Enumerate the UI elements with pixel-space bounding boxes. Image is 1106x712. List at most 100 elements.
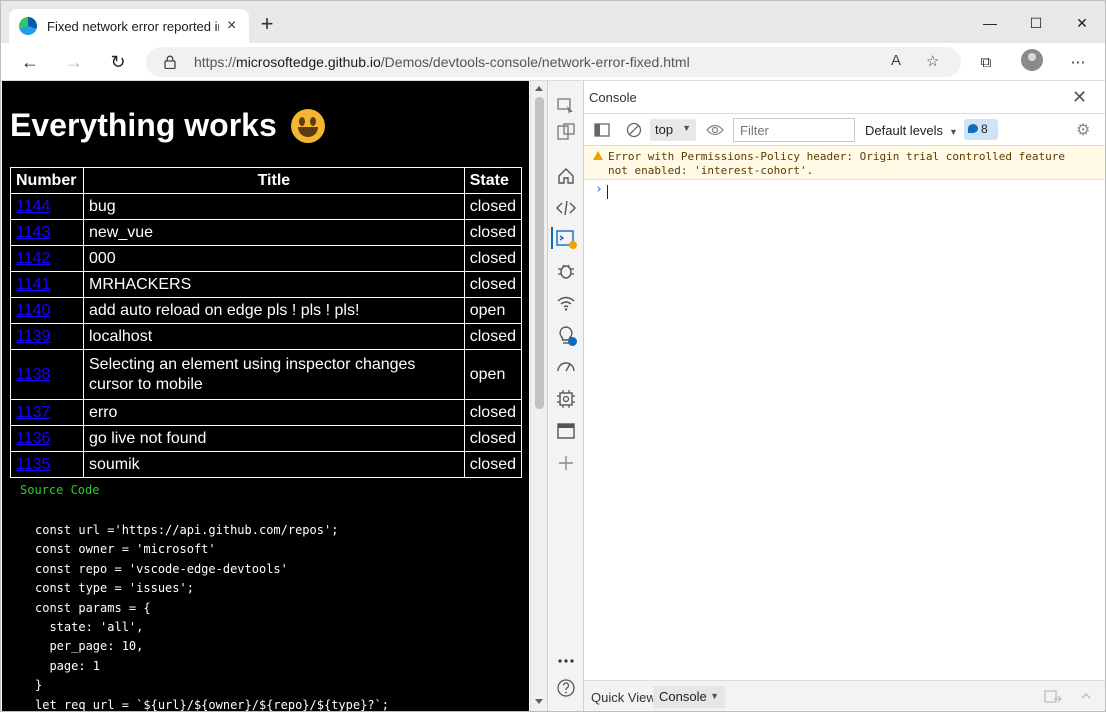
browser-window: Fixed network error reported in C × + — … xyxy=(0,0,1106,712)
minimize-button[interactable]: — xyxy=(967,9,1013,37)
issue-title: add auto reload on edge pls ! pls ! pls! xyxy=(83,297,465,324)
collections-icon[interactable]: ⧉ xyxy=(975,51,997,73)
gear-icon[interactable]: ⚙ xyxy=(1076,120,1090,140)
more-options-icon[interactable] xyxy=(555,650,577,672)
source-code-label: Source Code xyxy=(20,483,100,497)
more-tools-plus-icon[interactable] xyxy=(555,452,577,474)
log-levels-dropdown[interactable]: Default levels ▼ xyxy=(865,123,958,138)
help-icon[interactable] xyxy=(555,677,577,699)
table-row: 1138 Selecting an element using inspector… xyxy=(10,349,523,400)
issue-title: Selecting an element using inspector cha… xyxy=(83,349,465,400)
heading-text: Everything works xyxy=(10,107,277,143)
issue-title: go live not found xyxy=(83,425,465,452)
scroll-thumb[interactable] xyxy=(535,97,544,409)
forward-button[interactable]: → xyxy=(60,49,88,75)
issue-link[interactable]: 1135 xyxy=(16,456,50,473)
header-state: State xyxy=(463,167,523,194)
header-number: Number xyxy=(10,167,84,194)
issues-count: 8 xyxy=(981,122,988,136)
address-bar[interactable]: https://microsoftedge.github.io/Demos/de… xyxy=(146,47,961,77)
issues-count-button[interactable]: 8 xyxy=(964,119,998,140)
dock-panel-icon[interactable] xyxy=(1044,690,1062,704)
issue-link[interactable]: 1144 xyxy=(16,198,50,215)
issue-link[interactable]: 1136 xyxy=(16,430,50,447)
scroll-up-arrow-icon[interactable] xyxy=(535,86,543,91)
issue-title: localhost xyxy=(83,323,465,350)
console-warning-message[interactable]: Error with Permissions-Policy header: Or… xyxy=(584,146,1105,180)
performance-gauge-icon[interactable] xyxy=(555,356,577,378)
console-prompt-icon: › xyxy=(595,182,603,197)
issue-link[interactable]: 1140 xyxy=(16,302,50,319)
header-title: Title xyxy=(83,167,465,194)
table-row: 1142 000 closed xyxy=(10,245,523,272)
issue-state: closed xyxy=(463,219,523,246)
levels-label: Default levels xyxy=(865,123,944,138)
home-icon[interactable] xyxy=(555,165,577,187)
issue-link[interactable]: 1137 xyxy=(16,404,50,421)
add-favorite-icon[interactable]: ☆ xyxy=(926,52,939,70)
close-window-button[interactable]: ✕ xyxy=(1059,9,1105,37)
lock-icon[interactable] xyxy=(164,55,176,69)
tab-title: Fixed network error reported in C xyxy=(47,18,219,34)
settings-more-icon[interactable]: ⋯ xyxy=(1067,51,1089,73)
table-row: 1136 go live not found closed xyxy=(10,425,523,452)
live-expression-eye-icon[interactable] xyxy=(706,123,724,137)
clear-console-icon[interactable] xyxy=(626,122,642,138)
warning-icon xyxy=(593,151,603,160)
elements-icon[interactable] xyxy=(555,197,577,219)
issue-title: soumik xyxy=(83,451,465,478)
back-button[interactable]: ← xyxy=(16,49,44,75)
maximize-button[interactable]: ☐ xyxy=(1013,9,1059,37)
application-window-icon[interactable] xyxy=(555,420,577,442)
issue-link[interactable]: 1141 xyxy=(16,276,50,293)
page-scrollbar[interactable] xyxy=(530,81,547,711)
issue-state: open xyxy=(463,297,523,324)
close-panel-icon[interactable]: ✕ xyxy=(1072,87,1087,108)
inspect-element-icon[interactable] xyxy=(555,95,577,117)
profile-avatar[interactable] xyxy=(1021,49,1043,71)
device-emulation-icon[interactable] xyxy=(555,121,577,143)
issue-state: closed xyxy=(463,425,523,452)
console-warning-badge xyxy=(569,241,577,249)
issue-link[interactable]: 1138 xyxy=(16,366,50,383)
navigation-bar: ← → ↻ https://microsoftedge.github.io/De… xyxy=(1,43,1105,81)
table-row: 1140 add auto reload on edge pls ! pls ! … xyxy=(10,297,523,324)
warning-line-2: not enabled: 'interest-cohort'. xyxy=(608,164,814,177)
read-aloud-icon[interactable]: A xyxy=(891,52,901,69)
tab-strip: Fixed network error reported in C × + — … xyxy=(1,1,1105,43)
issue-state: closed xyxy=(463,399,523,426)
memory-chip-icon[interactable] xyxy=(555,388,577,410)
page-heading: Everything works xyxy=(10,107,325,144)
scroll-down-arrow-icon[interactable] xyxy=(535,699,543,704)
issue-link[interactable]: 1143 xyxy=(16,224,50,241)
context-selector[interactable]: top ▼ xyxy=(650,119,696,141)
issue-title: new_vue xyxy=(83,219,465,246)
sidebar-toggle-icon[interactable] xyxy=(594,122,610,138)
issue-link[interactable]: 1139 xyxy=(16,328,50,345)
refresh-button[interactable]: ↻ xyxy=(104,49,132,75)
panel-title[interactable]: Console xyxy=(589,90,637,105)
quick-view-select[interactable]: Console ▼ xyxy=(653,686,725,708)
console-toolbar: top ▼ Default levels ▼ 8 ⚙ xyxy=(584,114,1105,146)
devtools-activity-bar xyxy=(547,81,584,711)
table-row: 1137 erro closed xyxy=(10,399,523,426)
issue-link[interactable]: 1142 xyxy=(16,250,50,267)
issue-state: closed xyxy=(463,451,523,478)
chevron-up-icon[interactable] xyxy=(1080,690,1092,702)
chevron-down-icon: ▼ xyxy=(682,123,691,133)
new-tab-button[interactable]: + xyxy=(257,11,277,39)
tab-close-icon[interactable]: × xyxy=(227,17,241,35)
issue-state: closed xyxy=(463,245,523,272)
filter-input[interactable] xyxy=(733,118,855,142)
network-wifi-icon[interactable] xyxy=(555,292,577,314)
sources-bug-icon[interactable] xyxy=(555,260,577,282)
console-input-cursor[interactable] xyxy=(607,185,608,199)
issue-state: closed xyxy=(463,193,523,220)
url-text[interactable]: https://microsoftedge.github.io/Demos/de… xyxy=(194,54,690,70)
tab-active[interactable]: Fixed network error reported in C × xyxy=(9,9,249,43)
source-code-block: const url ='https://api.github.com/repos… xyxy=(35,523,390,711)
quick-view-label: Quick View: xyxy=(591,690,660,705)
table-row: 1141 MRHACKERS closed xyxy=(10,271,523,298)
quick-view-value: Console xyxy=(659,689,707,704)
edge-icon xyxy=(19,17,37,35)
